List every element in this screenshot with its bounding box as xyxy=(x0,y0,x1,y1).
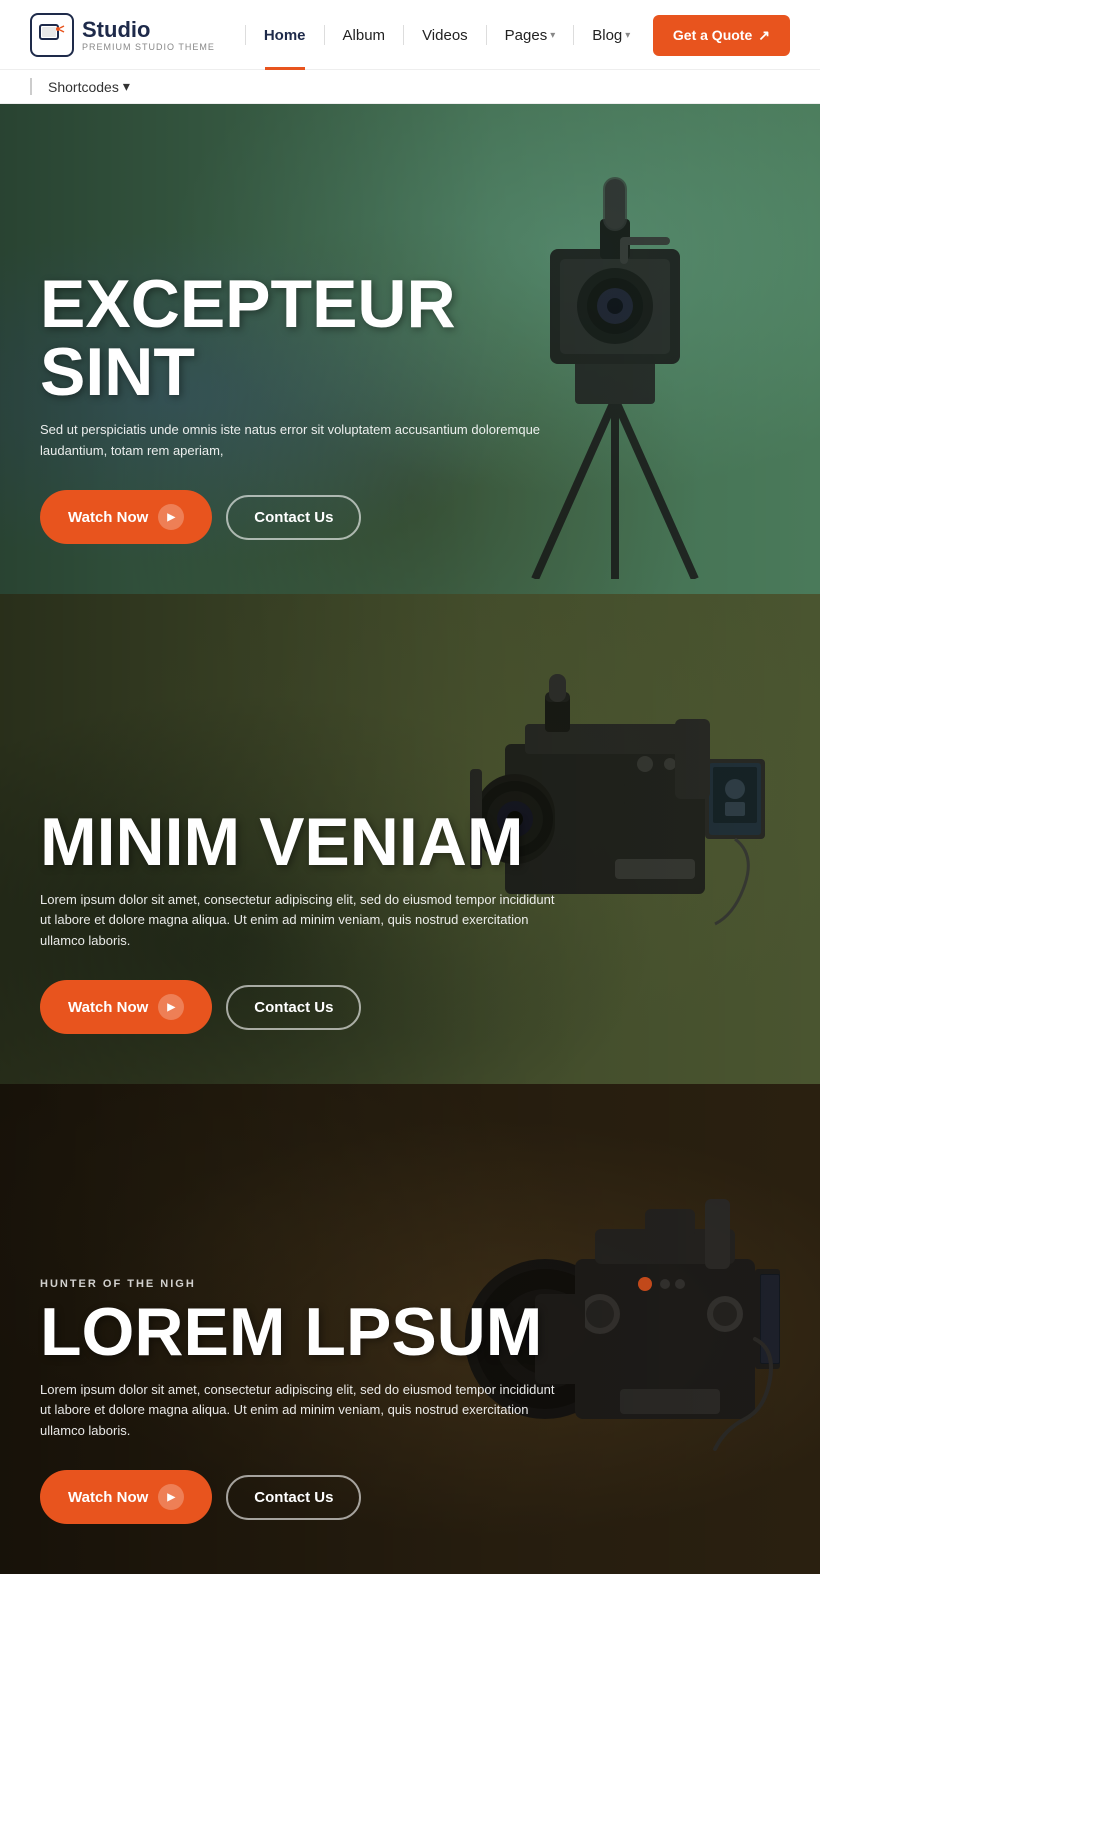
nav-item-blog[interactable]: Blog ▾ xyxy=(574,0,648,70)
hero-2-title: MINIM VENIAM xyxy=(40,808,560,876)
hero-2-watch-button[interactable]: Watch Now ▶ xyxy=(40,980,212,1034)
shortcodes-menu[interactable]: Shortcodes ▾ xyxy=(30,78,130,95)
blog-chevron-icon: ▾ xyxy=(625,30,630,41)
brand-tagline: PREMIUM STUDIO THEME xyxy=(82,42,215,52)
hero-2-subtitle: Lorem ipsum dolor sit amet, consectetur … xyxy=(40,890,560,952)
nav-item-videos[interactable]: Videos xyxy=(404,0,486,70)
pages-chevron-icon: ▾ xyxy=(550,30,555,41)
logo-text: Studio PREMIUM STUDIO THEME xyxy=(82,18,215,52)
hero-1-title: EXCEPTEUR SINT xyxy=(40,270,600,406)
brand-name: Studio xyxy=(82,18,215,42)
hero-2-buttons: Watch Now ▶ Contact Us xyxy=(40,980,560,1034)
hero-1-contact-button[interactable]: Contact Us xyxy=(226,495,361,540)
main-nav: Home Album Videos Pages ▾ Blog ▾ xyxy=(245,0,653,70)
hero-2-contact-button[interactable]: Contact Us xyxy=(226,985,361,1030)
hero-1-watch-button[interactable]: Watch Now ▶ xyxy=(40,490,212,544)
play-icon-2: ▶ xyxy=(158,994,184,1020)
hero-1-subtitle: Sed ut perspiciatis unde omnis iste natu… xyxy=(40,420,560,462)
hero-3-contact-button[interactable]: Contact Us xyxy=(226,1475,361,1520)
play-icon-1: ▶ xyxy=(158,504,184,530)
hero-section-1: EXCEPTEUR SINT Sed ut perspiciatis unde … xyxy=(0,104,820,594)
hero-2-content: MINIM VENIAM Lorem ipsum dolor sit amet,… xyxy=(40,808,560,1034)
hero-3-buttons: Watch Now ▶ Contact Us xyxy=(40,1470,560,1524)
hero-1-content: EXCEPTEUR SINT Sed ut perspiciatis unde … xyxy=(40,270,600,544)
hero-3-content: HUNTER OF THE NIGH LOREM LPSUM Lorem ips… xyxy=(40,1278,560,1524)
nav-item-pages[interactable]: Pages ▾ xyxy=(487,0,574,70)
hero-3-label: HUNTER OF THE NIGH xyxy=(40,1278,560,1290)
hero-section-3: HUNTER OF THE NIGH LOREM LPSUM Lorem ips… xyxy=(0,1084,820,1574)
shortcodes-chevron-icon: ▾ xyxy=(123,78,130,95)
hero-3-title: LOREM LPSUM xyxy=(40,1298,560,1366)
shortcodes-bar: Shortcodes ▾ xyxy=(0,70,820,104)
site-header: Studio PREMIUM STUDIO THEME Home Album V… xyxy=(0,0,820,70)
play-icon-3: ▶ xyxy=(158,1484,184,1510)
nav-item-home[interactable]: Home xyxy=(246,0,324,70)
hero-3-subtitle: Lorem ipsum dolor sit amet, consectetur … xyxy=(40,1380,560,1442)
logo[interactable]: Studio PREMIUM STUDIO THEME xyxy=(30,13,215,57)
nav-item-album[interactable]: Album xyxy=(325,0,404,70)
get-quote-button[interactable]: Get a Quote ↗ xyxy=(653,15,790,56)
hero-3-watch-button[interactable]: Watch Now ▶ xyxy=(40,1470,212,1524)
hero-1-buttons: Watch Now ▶ Contact Us xyxy=(40,490,600,544)
hero-section-2: MINIM VENIAM Lorem ipsum dolor sit amet,… xyxy=(0,594,820,1084)
external-link-icon: ↗ xyxy=(758,27,770,44)
logo-icon xyxy=(30,13,74,57)
